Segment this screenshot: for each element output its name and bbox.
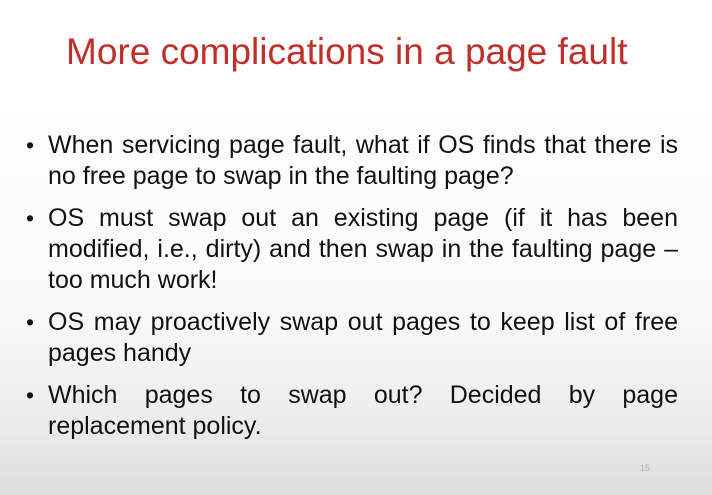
slide-title: More complications in a page fault bbox=[66, 31, 628, 72]
bullet-list: • When servicing page fault, what if OS … bbox=[18, 130, 678, 453]
bullet-marker: • bbox=[26, 132, 35, 158]
bullet-marker: • bbox=[26, 382, 35, 408]
bullet-marker: • bbox=[26, 309, 35, 335]
bullet-text: Which pages to swap out? Decided by page… bbox=[48, 381, 678, 440]
bullet-text: When servicing page fault, what if OS fi… bbox=[48, 131, 678, 190]
bullet-text: OS must swap out an existing page (if it… bbox=[48, 204, 678, 294]
bullet-item: • OS must swap out an existing page (if … bbox=[18, 203, 678, 296]
bullet-text: OS may proactively swap out pages to kee… bbox=[48, 308, 678, 367]
bullet-item: • Which pages to swap out? Decided by pa… bbox=[18, 380, 678, 442]
bullet-item: • When servicing page fault, what if OS … bbox=[18, 130, 678, 192]
bullet-marker: • bbox=[26, 205, 35, 231]
slide: More complications in a page fault • Whe… bbox=[0, 0, 712, 495]
bullet-item: • OS may proactively swap out pages to k… bbox=[18, 307, 678, 369]
page-number: 15 bbox=[639, 463, 650, 473]
